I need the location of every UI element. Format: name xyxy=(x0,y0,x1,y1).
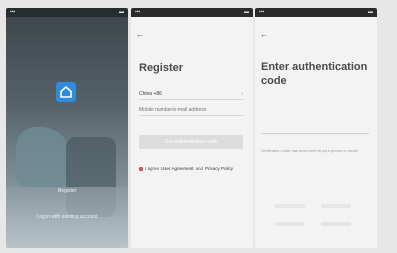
app-logo xyxy=(56,82,76,102)
splash-screen: ▪▪▪ ▬ Register Log in with existing accou… xyxy=(6,8,128,248)
register-link[interactable]: Register xyxy=(6,188,128,194)
keypad-key xyxy=(321,204,351,208)
register-screen: ▪▪▪ ▬ ← Register China +86 › Get authenti… xyxy=(131,8,253,248)
privacy-policy-link[interactable]: Privacy Policy xyxy=(205,166,233,171)
status-bar: ▪▪▪ ▬ xyxy=(255,8,377,17)
keypad-key xyxy=(275,222,305,226)
home-icon xyxy=(60,86,72,98)
and-text: and xyxy=(195,166,204,171)
app-screenshots: ▪▪▪ ▬ Register Log in with existing accou… xyxy=(0,0,397,253)
battery-icon: ▬ xyxy=(368,9,373,15)
account-input[interactable] xyxy=(139,104,243,116)
battery-icon: ▬ xyxy=(244,9,249,15)
back-arrow-icon[interactable]: ← xyxy=(136,31,144,39)
auth-code-screen: ▪▪▪ ▬ ← Enter authentication code Verific… xyxy=(255,8,377,248)
user-agreement-link[interactable]: User Agreement xyxy=(161,166,194,171)
battery-icon: ▬ xyxy=(119,9,124,15)
keypad-key xyxy=(275,204,305,208)
carrier-icon: ▪▪▪ xyxy=(259,9,265,15)
get-code-button[interactable]: Get authentication code xyxy=(139,135,243,149)
page-title: Enter authentication code xyxy=(261,61,368,87)
carrier-icon: ▪▪▪ xyxy=(135,9,141,15)
code-hint: Verification code has been sent to your … xyxy=(261,148,358,153)
agree-checkbox[interactable] xyxy=(139,166,143,171)
back-arrow-icon[interactable]: ← xyxy=(260,31,268,39)
country-select[interactable]: China +86 › xyxy=(139,88,243,100)
status-bar: ▪▪▪ ▬ xyxy=(131,8,253,17)
chevron-right-icon: › xyxy=(241,90,243,97)
keypad-key xyxy=(321,222,351,226)
code-input[interactable] xyxy=(261,124,369,134)
agree-prefix: I agree xyxy=(145,166,160,171)
agreement-row: I agree User Agreement and Privacy Polic… xyxy=(139,166,249,171)
carrier-icon: ▪▪▪ xyxy=(10,9,16,15)
country-value: China +86 xyxy=(139,90,162,97)
login-existing-link[interactable]: Log in with existing account xyxy=(6,214,128,220)
status-bar: ▪▪▪ ▬ xyxy=(6,8,128,17)
page-title: Register xyxy=(139,62,184,74)
